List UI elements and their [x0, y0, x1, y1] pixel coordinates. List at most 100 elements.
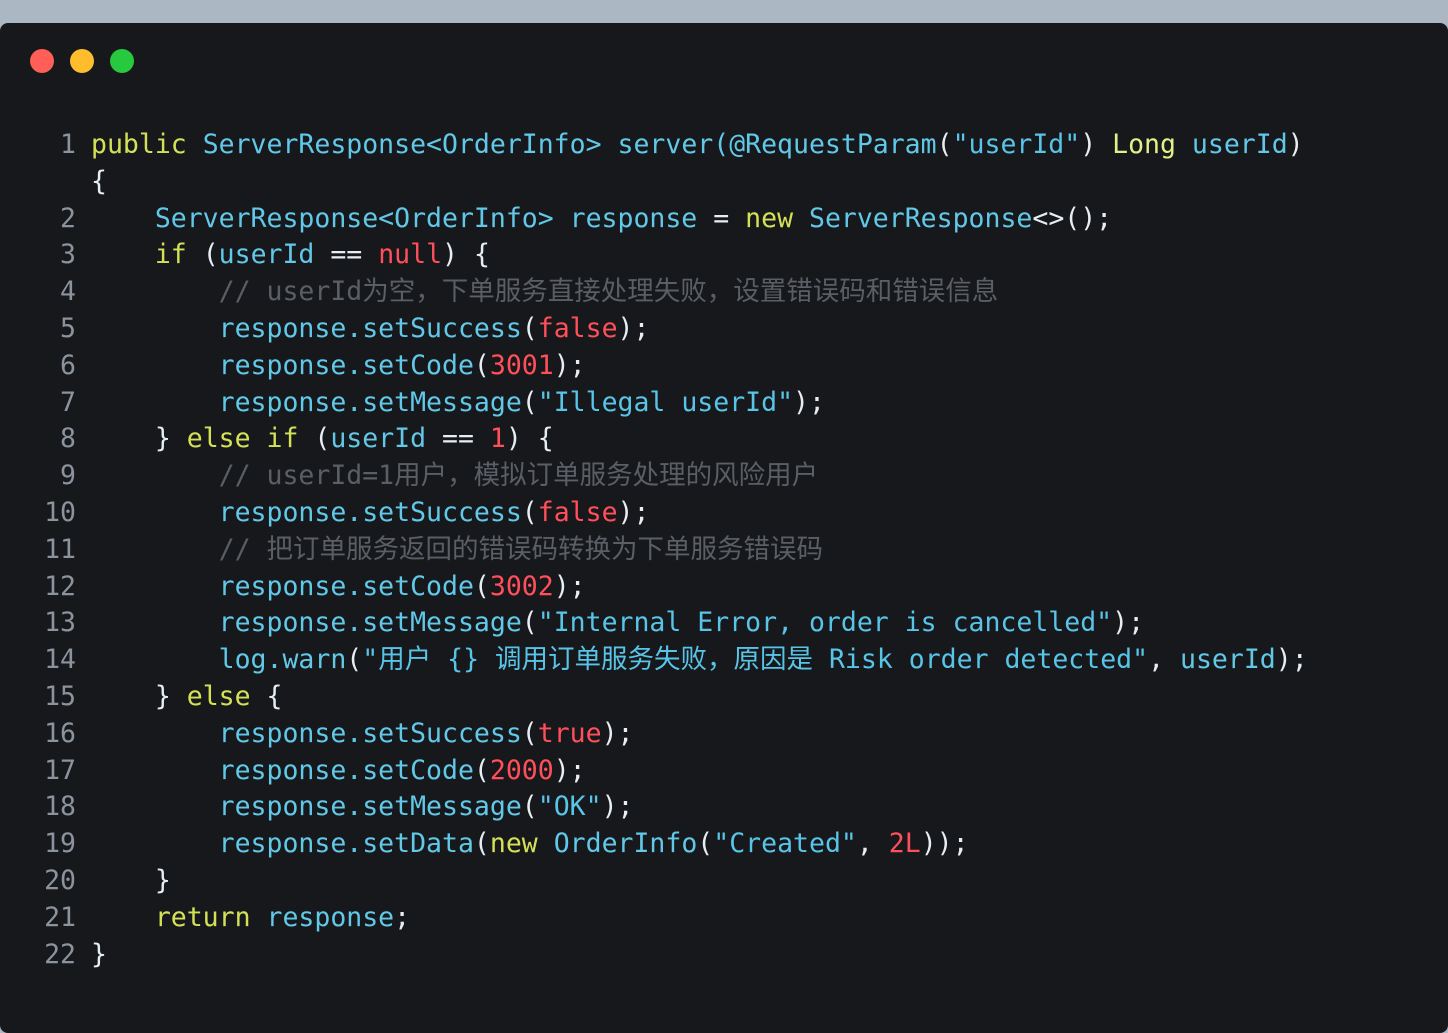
code-line: 22} [0, 937, 1448, 974]
code-line: 11 // 把订单服务返回的错误码转换为下单服务错误码 [0, 532, 1448, 569]
code-token: } [91, 864, 171, 896]
code-text: response.setCode(2000); [91, 753, 586, 790]
code-token: false [537, 312, 618, 344]
code-token: ( [346, 644, 363, 676]
line-number: 21 [44, 901, 76, 933]
line-number: 4 [60, 276, 76, 308]
line-number: 15 [44, 680, 76, 712]
code-token: ); [553, 570, 586, 602]
line-number: 16 [44, 717, 76, 749]
code-token: Long [1096, 129, 1176, 160]
code-token: if [91, 239, 187, 271]
code-token: = [713, 202, 730, 234]
code-line: 9 // userId=1用户，模拟订单服务处理的风险用户 [0, 458, 1448, 495]
code-token: response.setMessage [91, 386, 522, 418]
code-token: == [330, 239, 363, 271]
line-number: 10 [44, 496, 76, 528]
code-token: ); [553, 754, 586, 786]
code-token: "用户 {} 调用订单服务失败，原因是 Risk order detected" [362, 644, 1149, 676]
code-token: response [250, 901, 395, 933]
code-token: log.warn [91, 644, 347, 676]
code-text: response.setMessage("Internal Error, ord… [91, 605, 1144, 642]
minimize-button[interactable] [70, 49, 94, 73]
code-text: } [91, 863, 171, 900]
code-line: 3 if (userId == null) { [0, 237, 1448, 274]
code-text: response.setMessage("Illegal userId"); [91, 385, 825, 422]
code-window: 1 public ServerResponse<OrderInfo> server… [0, 23, 1448, 1033]
code-text: } else { [91, 679, 283, 716]
code-token: 2L [888, 828, 921, 860]
code-token: ) { [505, 423, 554, 455]
code-text: } [91, 937, 107, 974]
line-number: 9 [60, 460, 76, 492]
code-token: ( [473, 349, 490, 381]
code-token: @RequestParam [729, 129, 937, 160]
line-number: 5 [60, 312, 76, 344]
code-line: 21 return response; [0, 900, 1448, 937]
code-token: ) [1287, 129, 1304, 160]
code-token: response.setMessage [91, 791, 522, 823]
code-text: public ServerResponse<OrderInfo> server(… [91, 127, 1304, 164]
code-text: if (userId == null) { [91, 237, 490, 274]
code-line: 6 response.setCode(3001); [0, 348, 1448, 385]
code-token: , [1148, 644, 1180, 676]
code-token: // userId为空，下单服务直接处理失败，设置错误码和错误信息 [91, 276, 999, 308]
code-token: "Created" [713, 828, 857, 860]
code-token: ) { [442, 239, 490, 271]
code-text: } else if (userId == 1) { [91, 421, 554, 458]
code-token: } [91, 938, 107, 970]
code-line: { [0, 164, 1448, 201]
code-token: true [537, 717, 602, 749]
line-number: 19 [44, 828, 76, 860]
code-token: == [442, 423, 474, 455]
line-number: 8 [60, 423, 76, 455]
code-line: 16 response.setSuccess(true); [0, 716, 1448, 753]
code-token: ) [1080, 129, 1097, 160]
code-token: userId [218, 239, 331, 271]
code-token: ( [936, 129, 953, 160]
close-button[interactable] [30, 49, 54, 73]
code-token: response.setData [91, 828, 474, 860]
line-number: 12 [44, 570, 76, 602]
code-token: response.setCode [91, 570, 474, 602]
line-number: 6 [60, 349, 76, 381]
code-token: ( [298, 423, 331, 455]
line-number: 17 [44, 754, 76, 786]
code-token: public [91, 129, 187, 160]
code-line: 17 response.setCode(2000); [0, 753, 1448, 790]
code-token: ( [473, 570, 490, 602]
code-line: 8 } else if (userId == 1) { [0, 421, 1448, 458]
code-line: 10 response.setSuccess(false); [0, 495, 1448, 532]
code-token: ); [617, 312, 650, 344]
code-token: ); [617, 496, 650, 528]
code-text: log.warn("用户 {} 调用订单服务失败，原因是 Risk order … [91, 642, 1308, 679]
code-token: new [729, 202, 794, 234]
code-token: 1 [473, 423, 506, 455]
code-token: ( [521, 717, 538, 749]
code-line: 4 // userId为空，下单服务直接处理失败，设置错误码和错误信息 [0, 274, 1448, 311]
line-number: 1 [60, 129, 76, 160]
code-token: ( [521, 791, 538, 823]
code-token: )); [920, 828, 969, 860]
code-token: ; [394, 901, 411, 933]
zoom-button[interactable] [110, 49, 134, 73]
code-token: "userId" [952, 129, 1081, 160]
code-line: 14 log.warn("用户 {} 调用订单服务失败，原因是 Risk ord… [0, 642, 1448, 679]
code-token: else if [186, 423, 299, 455]
code-token: 2000 [489, 754, 554, 786]
code-token: userId [1175, 129, 1288, 160]
line-number: 13 [44, 607, 76, 639]
code-token: ); [601, 717, 634, 749]
code-token: , [856, 828, 889, 860]
code-text: response.setCode(3002); [91, 569, 586, 606]
code-line: 1 public ServerResponse<OrderInfo> server… [0, 127, 1448, 164]
code-token: ( [521, 386, 538, 418]
code-token: response.setSuccess [91, 312, 522, 344]
code-token: // userId=1用户，模拟订单服务处理的风险用户 [91, 460, 819, 492]
code-token: userId [1180, 644, 1276, 676]
line-number: 20 [44, 864, 76, 896]
code-line: 2 ServerResponse<OrderInfo> response = n… [0, 201, 1448, 238]
line-number: 2 [60, 202, 76, 234]
code-token: return [91, 901, 251, 933]
code-text: return response; [91, 900, 410, 937]
